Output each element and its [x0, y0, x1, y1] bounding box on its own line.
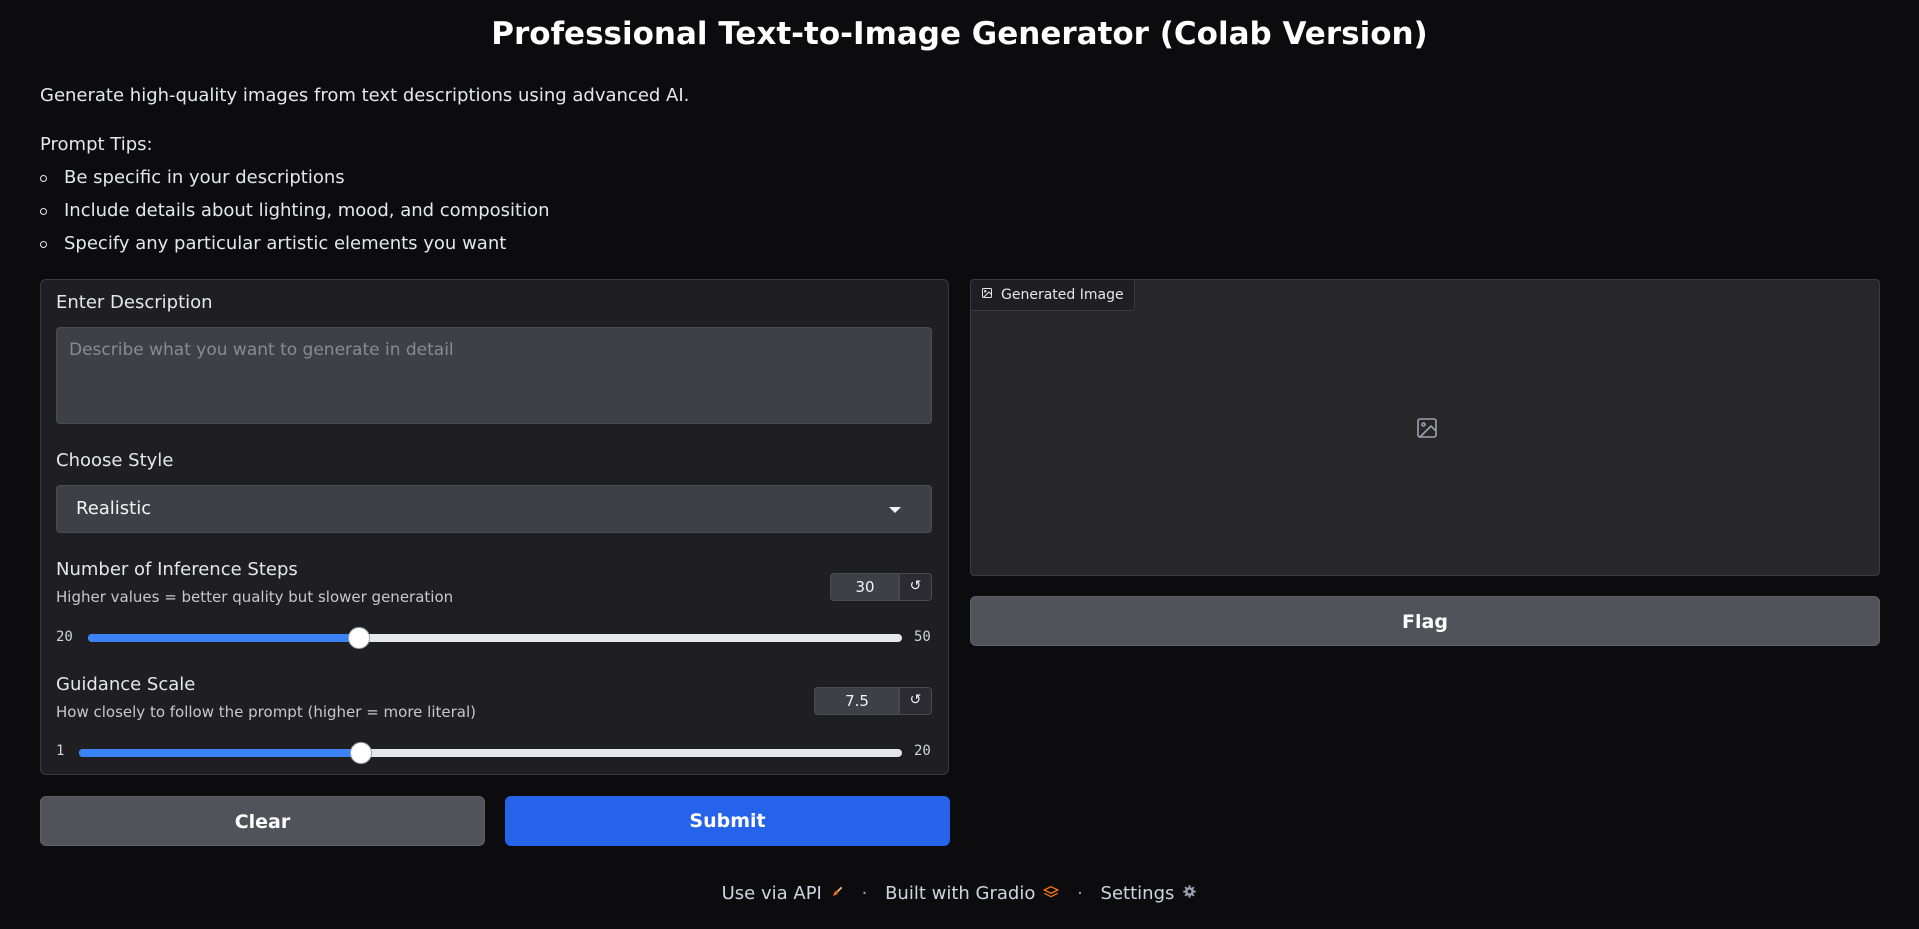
guidance-label: Guidance Scale	[56, 674, 196, 695]
footer-separator: ·	[861, 882, 868, 904]
guidance-max: 20	[914, 743, 931, 759]
tip-item: Be specific in your descriptions	[40, 168, 550, 201]
submit-button[interactable]: Submit	[505, 796, 950, 846]
guidance-min: 1	[56, 743, 65, 759]
footer-separator: ·	[1077, 882, 1083, 904]
tip-item: Include details about lighting, mood, an…	[40, 201, 550, 234]
reset-icon: ↺	[909, 692, 922, 708]
settings-link-label: Settings	[1100, 882, 1175, 904]
guidance-slider-fill	[79, 749, 361, 757]
description-label: Enter Description	[56, 292, 213, 313]
image-icon	[981, 280, 993, 310]
guidance-slider-thumb[interactable]	[349, 742, 372, 764]
output-label: Generated Image	[971, 280, 1135, 311]
description-input[interactable]	[56, 327, 932, 424]
gear-icon	[1182, 883, 1197, 904]
gradio-link-label: Built with Gradio	[885, 882, 1036, 904]
app-description: Generate high-quality images from text d…	[40, 85, 690, 106]
steps-slider-thumb[interactable]	[348, 627, 371, 649]
style-selected-value: Realistic	[76, 498, 152, 519]
use-via-api-link[interactable]: Use via API	[722, 882, 844, 904]
guidance-info: How closely to follow the prompt (higher…	[56, 703, 476, 721]
steps-number-input[interactable]: 30	[830, 573, 900, 601]
guidance-number-input[interactable]: 7.5	[814, 687, 900, 715]
style-dropdown[interactable]: Realistic	[56, 485, 932, 533]
clear-button[interactable]: Clear	[40, 796, 485, 846]
reset-icon: ↺	[909, 578, 922, 594]
steps-slider-fill	[88, 634, 360, 642]
input-panel: Enter Description Choose Style Realistic…	[40, 279, 949, 775]
flag-button[interactable]: Flag	[970, 596, 1880, 646]
guidance-slider[interactable]	[79, 742, 902, 764]
chevron-down-icon	[889, 507, 901, 513]
image-placeholder-icon	[1415, 416, 1439, 444]
settings-link[interactable]: Settings	[1101, 882, 1198, 904]
page-title: Professional Text-to-Image Generator (Co…	[491, 16, 1428, 52]
rocket-icon	[830, 883, 844, 904]
guidance-reset-button[interactable]: ↺	[899, 687, 932, 715]
steps-max: 50	[914, 629, 931, 645]
steps-reset-button[interactable]: ↺	[899, 573, 932, 601]
tips-list: Be specific in your descriptions Include…	[40, 168, 550, 267]
steps-label: Number of Inference Steps	[56, 559, 298, 580]
steps-min: 20	[56, 629, 73, 645]
tip-item: Specify any particular artistic elements…	[40, 234, 550, 267]
footer: Use via API · Built with Gradio · Settin…	[0, 882, 1919, 904]
api-link-label: Use via API	[721, 882, 822, 904]
output-label-text: Generated Image	[1001, 287, 1124, 303]
steps-info: Higher values = better quality but slowe…	[56, 588, 454, 606]
tips-heading: Prompt Tips:	[40, 134, 153, 155]
output-image-panel: Generated Image	[970, 279, 1880, 576]
steps-slider[interactable]	[88, 627, 902, 649]
style-label: Choose Style	[56, 450, 174, 471]
built-with-gradio-link[interactable]: Built with Gradio	[885, 882, 1060, 904]
gradio-logo-icon	[1043, 883, 1060, 904]
